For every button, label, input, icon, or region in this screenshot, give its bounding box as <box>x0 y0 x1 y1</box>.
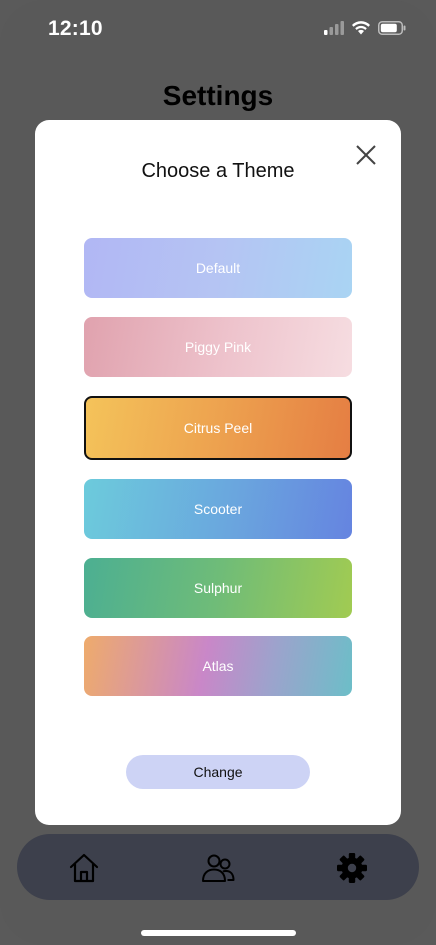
theme-option-label: Scooter <box>193 501 243 517</box>
theme-option-default[interactable]: Default <box>84 238 352 298</box>
theme-option-label: Atlas <box>202 658 234 674</box>
theme-option-piggy-pink[interactable]: Piggy Pink <box>84 317 352 377</box>
status-icons <box>324 20 406 35</box>
theme-option-label: Default <box>195 260 241 276</box>
close-icon <box>356 145 376 165</box>
theme-option-citrus-peel[interactable]: Citrus Peel <box>84 396 352 460</box>
people-icon <box>202 854 235 882</box>
tab-home[interactable] <box>67 851 101 885</box>
change-button-label: Change <box>193 764 243 780</box>
tab-people[interactable] <box>201 851 235 885</box>
theme-option-label: Piggy Pink <box>184 339 252 355</box>
gear-icon <box>337 853 367 883</box>
bottom-tab-bar <box>17 834 419 900</box>
phone-screen: 12:10 Settings Choose a Theme Default Pi… <box>0 0 436 945</box>
battery-icon <box>378 20 406 35</box>
theme-option-label: Sulphur <box>193 580 243 596</box>
close-button[interactable] <box>353 142 379 168</box>
theme-option-atlas[interactable]: Atlas <box>84 636 352 696</box>
cellular-signal-icon <box>324 20 344 35</box>
page-title: Settings <box>162 80 274 111</box>
wifi-icon <box>351 20 371 35</box>
tab-settings[interactable] <box>335 851 369 885</box>
status-time: 12:10 <box>48 17 103 40</box>
modal-title: Choose a Theme <box>141 160 295 182</box>
theme-option-sulphur[interactable]: Sulphur <box>84 558 352 618</box>
home-indicator[interactable] <box>141 930 296 936</box>
theme-option-scooter[interactable]: Scooter <box>84 479 352 539</box>
home-icon <box>69 853 99 883</box>
theme-option-label: Citrus Peel <box>183 420 253 436</box>
status-bar: 12:10 <box>0 0 436 58</box>
change-button[interactable]: Change <box>126 755 310 789</box>
theme-modal: Choose a Theme Default Piggy Pink Citrus… <box>35 120 401 825</box>
